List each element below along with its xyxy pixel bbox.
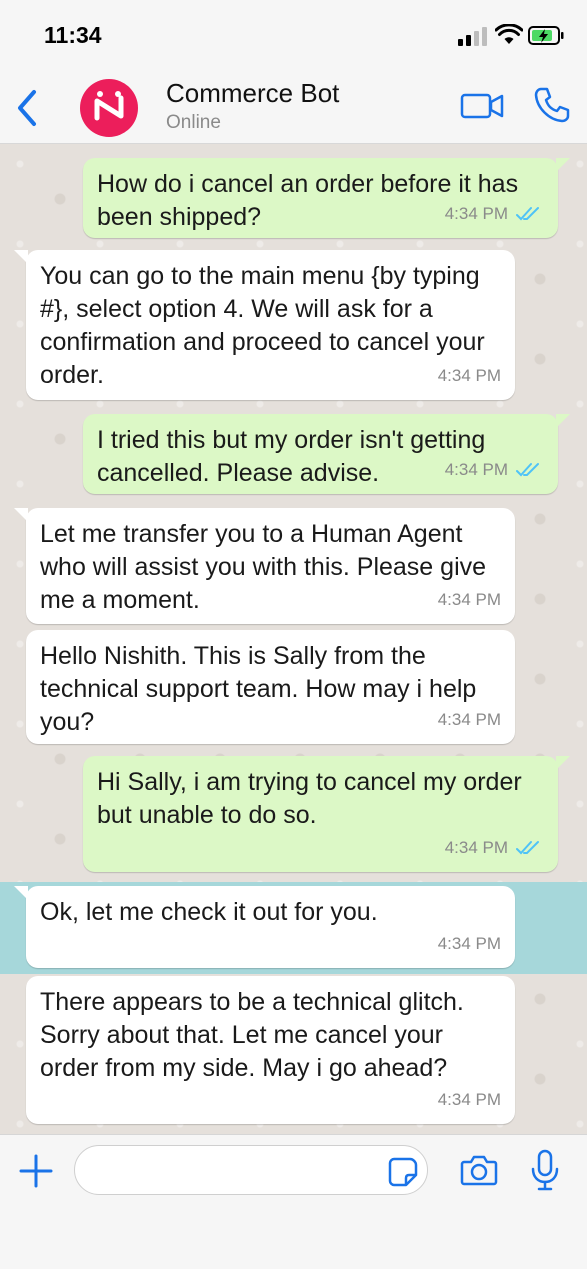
- bot-logo-icon: [94, 91, 124, 121]
- message-text: Hello Nishith. This is Sally from the te…: [40, 642, 477, 736]
- message-time: 4:34 PM: [437, 710, 501, 729]
- plus-icon[interactable]: [18, 1153, 54, 1189]
- message-outgoing[interactable]: I tried this but my order isn't getting …: [83, 414, 570, 494]
- message-time: 4:34 PM: [444, 838, 508, 857]
- message-input[interactable]: [74, 1145, 428, 1195]
- message-incoming[interactable]: Let me transfer you to a Human Agent who…: [14, 508, 515, 624]
- message-meta: 4:34 PM: [445, 831, 540, 864]
- chat-area[interactable]: How do i cancel an order before it has b…: [0, 144, 587, 1134]
- message-meta: 4:34 PM: [438, 359, 501, 392]
- avatar[interactable]: [80, 79, 138, 137]
- message-meta: 4:34 PM: [438, 1083, 501, 1116]
- message-composer: [0, 1134, 587, 1269]
- message-time: 4:34 PM: [437, 366, 501, 385]
- microphone-icon[interactable]: [530, 1149, 560, 1191]
- message-time: 4:34 PM: [444, 460, 508, 479]
- bubble-tail: [556, 158, 570, 172]
- phone-call-icon[interactable]: [533, 86, 571, 124]
- message-time: 4:34 PM: [437, 1090, 501, 1109]
- bubble-tail: [14, 508, 28, 522]
- message-meta: 4:34 PM: [445, 453, 540, 486]
- message-incoming[interactable]: You can go to the main menu {by typing #…: [14, 250, 515, 400]
- message-time: 4:34 PM: [437, 934, 501, 953]
- message-incoming[interactable]: There appears to be a technical glitch. …: [26, 976, 515, 1124]
- message-text: Ok, let me check it out for you.: [40, 898, 378, 926]
- message-text: Let me transfer you to a Human Agent who…: [40, 520, 487, 614]
- read-receipt-icon: [516, 840, 539, 854]
- message-time: 4:34 PM: [444, 204, 508, 223]
- bubble-tail: [14, 886, 28, 900]
- message-incoming[interactable]: Hello Nishith. This is Sally from the te…: [26, 630, 515, 744]
- message-text: There appears to be a technical glitch. …: [40, 988, 464, 1082]
- sticker-icon[interactable]: [388, 1157, 418, 1187]
- read-receipt-icon: [516, 462, 539, 476]
- bubble-tail: [556, 414, 570, 428]
- cellular-signal-icon: [458, 27, 487, 46]
- bubble-tail: [14, 250, 28, 264]
- message-meta: 4:34 PM: [438, 703, 501, 736]
- camera-icon[interactable]: [460, 1153, 498, 1187]
- message-text: You can go to the main menu {by typing #…: [40, 262, 485, 389]
- status-bar: 11:34: [0, 0, 587, 70]
- status-time: 11:34: [44, 22, 102, 48]
- message-time: 4:34 PM: [437, 590, 501, 609]
- back-chevron-icon[interactable]: [12, 88, 42, 128]
- chat-header: Commerce Bot Online: [0, 70, 587, 144]
- read-receipt-icon: [516, 206, 539, 220]
- battery-icon: [528, 26, 564, 45]
- message-outgoing[interactable]: Hi Sally, i am trying to cancel my order…: [83, 756, 570, 872]
- message-meta: 4:34 PM: [438, 583, 501, 616]
- wifi-icon: [495, 24, 523, 44]
- contact-name[interactable]: Commerce Bot: [166, 78, 339, 109]
- video-call-icon[interactable]: [460, 90, 504, 122]
- bubble-tail: [556, 756, 570, 770]
- message-incoming[interactable]: Ok, let me check it out for you. 4:34 PM: [14, 886, 515, 968]
- message-meta: 4:34 PM: [438, 927, 501, 960]
- message-text: Hi Sally, i am trying to cancel my order…: [97, 768, 522, 829]
- message-outgoing[interactable]: How do i cancel an order before it has b…: [83, 158, 570, 238]
- message-meta: 4:34 PM: [445, 197, 540, 230]
- contact-status: Online: [166, 112, 221, 133]
